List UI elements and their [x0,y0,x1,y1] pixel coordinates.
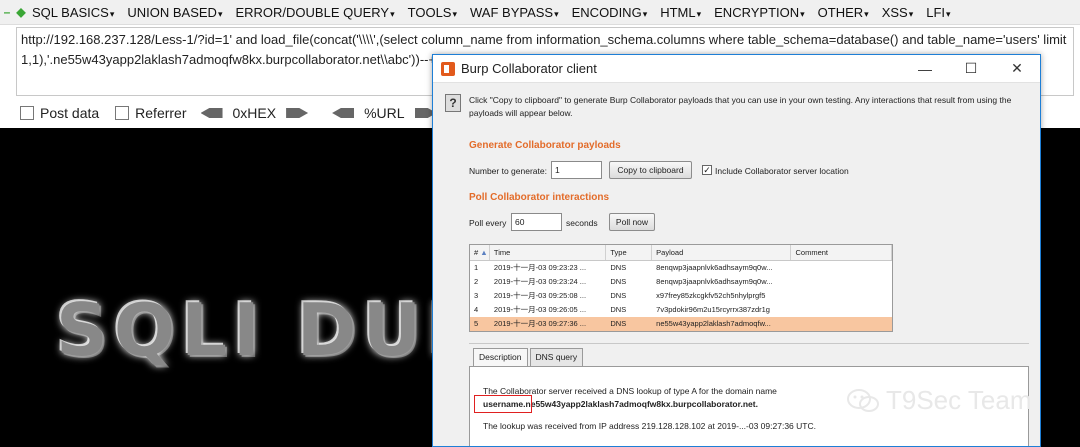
menu-xss[interactable]: XSS [878,5,918,20]
row-type: DNS [610,277,627,286]
row-payload: 8enqwp3jaapnlvk6adhsaym9q0w... [656,277,773,286]
row-type: DNS [610,263,627,272]
poll-interval-input[interactable]: 60 [511,213,562,231]
row-comment [791,289,892,303]
hex-option[interactable]: 0xHEX [191,105,319,121]
row-number: 2 [474,277,479,286]
menu-sql-basics[interactable]: SQL BASICS [28,5,118,20]
row-time: 2019-十一月-03 09:23:23 ... [493,263,587,272]
row-payload: 7v3pdokir96m2u15rcyrrx387zdr1g [656,305,770,314]
generate-heading: Generate Collaborator payloads [469,140,621,151]
row-number: 5 [474,319,479,328]
post-data-label: Post data [40,105,100,121]
row-payload: ne55w43yapp2laklash7admoqfw... [656,319,771,328]
menu-waf-bypass[interactable]: WAF BYPASS [466,5,563,20]
poll-now-button[interactable]: Poll now [609,213,655,231]
burp-logo-icon [441,61,455,76]
table-row[interactable]: 2 2019-十一月-03 09:23:24 ... DNS 8enqwp3ja… [470,275,892,289]
menu-error-double-query[interactable]: ERROR/DOUBLE QUERY [231,5,398,20]
screenshot-root: – ◆ SQL BASICS UNION BASED ERROR/DOUBLE … [0,0,1080,447]
tab-description[interactable]: Description [473,348,528,366]
row-number: 1 [474,263,479,272]
col-comment[interactable]: Comment [791,245,892,260]
diamond-icon[interactable]: ◆ [14,5,28,19]
copy-to-clipboard-button[interactable]: Copy to clipboard [609,161,692,179]
watermark: T9Sec Team [846,385,1031,416]
minus-icon[interactable]: – [0,5,14,19]
detail-tabs: Description DNS query [473,348,585,366]
table-row[interactable]: 1 2019-十一月-03 09:23:23 ... DNS 8enqwp3ja… [470,261,892,275]
menu-encryption[interactable]: ENCRYPTION [710,5,809,20]
hex-label: 0xHEX [232,105,277,121]
url-encode-label: %URL [364,105,405,121]
col-payload[interactable]: Payload [652,245,792,260]
help-icon[interactable]: ? [445,94,461,112]
referrer-option[interactable]: Referrer [115,105,187,121]
row-comment [791,275,892,289]
pane-splitter[interactable] [469,343,1029,346]
post-data-option[interactable]: Post data [20,105,99,121]
close-icon[interactable]: ✕ [994,60,1040,77]
row-comment [791,303,892,317]
wechat-icon [846,388,880,414]
row-time: 2019-十一月-03 09:27:36 ... [493,319,587,328]
table-row[interactable]: 3 2019-十一月-03 09:25:08 ... DNS x97frey85… [470,289,892,303]
interactions-table: # ▲ Time Type Payload Comment 1 2019-十一月… [469,244,893,332]
post-data-checkbox[interactable] [20,106,34,120]
menu-html[interactable]: HTML [656,5,705,20]
row-type: DNS [610,319,627,328]
description-source: The lookup was received from IP address … [483,421,816,431]
row-type: DNS [610,291,627,300]
menu-encoding[interactable]: ENCODING [568,5,652,20]
include-location-checkbox[interactable]: ✓ [702,165,712,175]
col-time[interactable]: Time [490,245,607,260]
highlight-box [474,395,532,413]
col-number[interactable]: # ▲ [470,245,490,260]
sort-up-icon: ▲ [480,248,488,257]
row-number: 4 [474,305,479,314]
watermark-text: T9Sec Team [886,385,1032,415]
col-type[interactable]: Type [606,245,653,260]
poll-heading: Poll Collaborator interactions [469,192,610,203]
row-time: 2019-十一月-03 09:25:08 ... [493,291,587,300]
url-encode-option[interactable]: %URL [322,105,446,121]
row-comment [791,261,892,275]
hackbar-menubar: – ◆ SQL BASICS UNION BASED ERROR/DOUBLE … [0,0,1080,25]
row-payload: x97frey85zkcgkfv52ch5nhylprgf5 [656,291,766,300]
tab-dns-query[interactable]: DNS query [529,348,584,366]
number-label: Number to generate: [469,166,547,176]
row-time: 2019-十一月-03 09:26:05 ... [493,305,587,314]
table-row-selected[interactable]: 5 2019-十一月-03 09:27:36 ... DNS ne55w43ya… [470,317,892,331]
row-number: 3 [474,291,479,300]
seconds-label: seconds [566,218,598,228]
minimize-icon[interactable]: — [902,61,948,77]
menu-tools[interactable]: TOOLS [404,5,461,20]
referrer-label: Referrer [135,105,187,121]
arrow-left-icon[interactable] [332,108,355,118]
window-titlebar[interactable]: Burp Collaborator client — ☐ ✕ [433,55,1040,83]
row-comment [791,317,892,331]
arrow-left-icon[interactable] [200,108,223,118]
row-time: 2019-十一月-03 09:23:24 ... [493,277,587,286]
maximize-icon[interactable]: ☐ [948,60,994,77]
referrer-checkbox[interactable] [115,106,130,120]
include-location-label: Include Collaborator server location [715,166,849,176]
menu-other[interactable]: OTHER [814,5,873,20]
menu-union-based[interactable]: UNION BASED [123,5,226,20]
row-payload: 8enqwp3jaapnlvk6adhsaym9q0w... [656,263,773,272]
number-input[interactable]: 1 [551,161,602,179]
table-header: # ▲ Time Type Payload Comment [470,245,892,261]
window-title: Burp Collaborator client [461,61,597,76]
arrow-right-icon[interactable] [286,108,309,118]
table-row[interactable]: 4 2019-十一月-03 09:26:05 ... DNS 7v3pdokir… [470,303,892,317]
poll-every-label: Poll every [469,218,507,228]
menu-lfi[interactable]: LFI [922,5,954,20]
intro-text: Click "Copy to clipboard" to generate Bu… [469,95,1012,118]
row-type: DNS [610,305,627,314]
